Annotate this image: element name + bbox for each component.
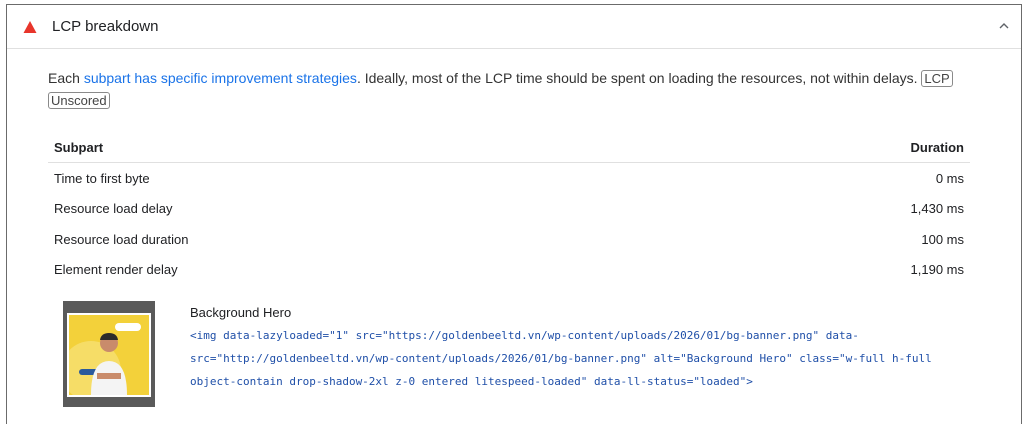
lcp-element-snippet[interactable]: <img data-lazyloaded="1" src="https://go… — [190, 324, 990, 393]
warning-triangle-icon — [23, 21, 37, 33]
table-row: Time to first byte 0 ms — [48, 163, 970, 194]
table-row: Resource load duration 100 ms — [48, 224, 970, 255]
table-row: Element render delay 1,190 ms — [48, 255, 970, 286]
duration-cell: 1,190 ms — [910, 262, 964, 278]
subpart-table: Subpart Duration Time to first byte 0 ms… — [48, 132, 970, 285]
audit-title: LCP breakdown — [52, 18, 159, 35]
duration-cell: 0 ms — [935, 170, 964, 186]
chevron-up-icon[interactable] — [997, 19, 1011, 33]
lcp-element-label: Background Hero — [190, 305, 292, 320]
duration-cell: 1,430 ms — [910, 201, 964, 217]
duration-column-header: Duration — [910, 139, 964, 155]
person-silhouette-icon — [69, 315, 149, 395]
hero-banner-thumbnail-icon — [67, 313, 151, 397]
subpart-column-header: Subpart — [54, 139, 104, 155]
improvement-strategies-link[interactable]: subpart has specific improvement strateg… — [84, 70, 357, 86]
audit-header[interactable]: LCP breakdown — [7, 5, 1021, 49]
description-suffix: . Ideally, most of the LCP time should b… — [356, 70, 918, 86]
table-header-row: Subpart Duration — [48, 132, 970, 163]
lcp-element-thumbnail[interactable] — [63, 301, 155, 407]
subpart-cell: Time to first byte — [54, 170, 150, 186]
unscored-badge: Unscored — [48, 92, 110, 109]
subpart-cell: Resource load duration — [54, 231, 189, 247]
audit-panel: LCP breakdown Each subpart has specific … — [6, 4, 1022, 424]
subpart-cell: Element render delay — [54, 262, 178, 278]
description-prefix: Each — [48, 70, 84, 86]
audit-description: Each subpart has specific improvement st… — [48, 67, 1014, 111]
lcp-badge: LCP — [921, 70, 953, 87]
table-row: Resource load delay 1,430 ms — [48, 194, 970, 225]
duration-cell: 100 ms — [921, 231, 964, 247]
subpart-cell: Resource load delay — [54, 201, 173, 217]
